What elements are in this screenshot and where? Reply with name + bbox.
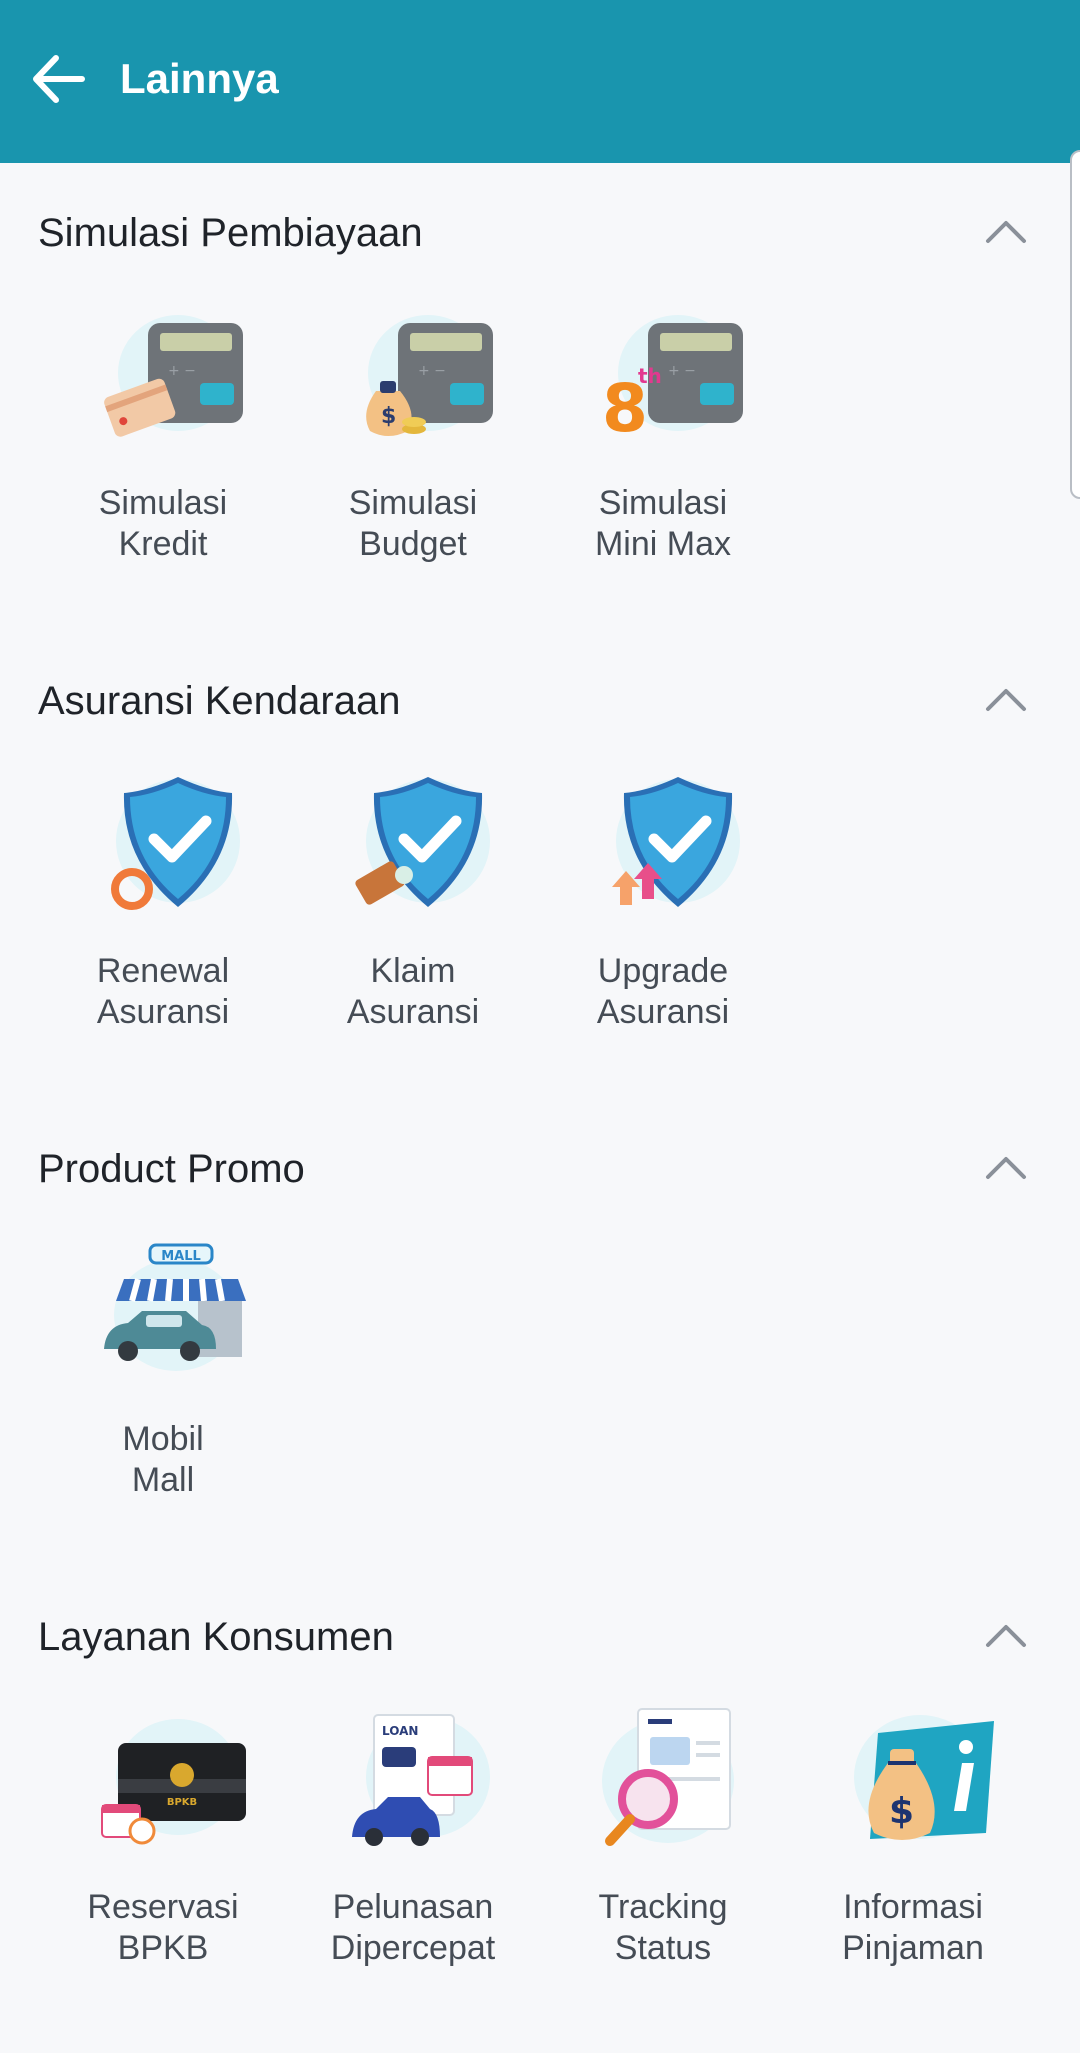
section-layanan-konsumen: Layanan Konsumen BPKB Reservasi BPKB LOA… <box>0 1607 1080 2007</box>
menu-item-simulasi-mini-max[interactable]: + − 8 th Simulasi Mini Max <box>548 303 778 573</box>
mall-badge-text: MALL <box>161 1249 201 1264</box>
chevron-up-icon[interactable] <box>984 1621 1028 1651</box>
chevron-up-icon[interactable] <box>984 217 1028 247</box>
menu-item-label-line1: Simulasi <box>348 484 478 522</box>
menu-item-label-line2: Dipercepat <box>330 1929 496 1967</box>
chevron-up-icon[interactable] <box>984 1153 1028 1183</box>
section-simulasi-pembiayaan: Simulasi Pembiayaan + − Simulasi Kredit <box>0 203 1080 603</box>
shield-upgrade-icon <box>612 777 740 907</box>
menu-item-label-line2: Asuransi <box>96 993 230 1031</box>
menu-item-label-line1: Reservasi <box>87 1888 239 1926</box>
moneybag-info-icon: $ <box>854 1715 994 1840</box>
calculator-moneybag-icon: + − $ <box>366 315 493 436</box>
menu-item-label-line1: Mobil <box>122 1420 204 1458</box>
calculator-8th-icon: + − 8 th <box>602 315 743 443</box>
shield-claim-icon <box>355 777 490 907</box>
menu-item-label-line2: Mall <box>131 1461 195 1499</box>
menu-item-label-line2: Asuransi <box>596 993 730 1031</box>
menu-item-label-line2: Budget <box>359 525 467 563</box>
svg-text:$: $ <box>889 1791 914 1832</box>
menu-item-label-line2: Pinjaman <box>842 1929 984 1967</box>
menu-item-label-line2: Asuransi <box>346 993 480 1031</box>
back-button[interactable] <box>28 50 92 108</box>
chevron-up-icon[interactable] <box>984 685 1028 715</box>
section-title: Layanan Konsumen <box>38 1615 394 1659</box>
loan-badge-text: LOAN <box>382 1724 418 1738</box>
app-bar: Lainnya <box>0 0 1080 163</box>
menu-item-label-line2: Kredit <box>118 525 208 563</box>
shield-renew-icon <box>111 777 240 910</box>
section-title: Product Promo <box>38 1147 305 1191</box>
menu-item-label-line1: Simulasi <box>598 484 728 522</box>
menu-item-tracking-status[interactable]: Tracking Status <box>548 1707 778 1977</box>
menu-item-mobil-mall[interactable]: MALL Mobil Mall <box>48 1239 278 1509</box>
svg-text:$: $ <box>381 404 396 429</box>
section-product-promo: Product Promo MALL Mobil Mall <box>0 1139 1080 1539</box>
menu-item-pelunasan-dipercepat[interactable]: LOAN Pelunasan Dipercepat <box>298 1707 528 1977</box>
menu-item-label-line1: Tracking <box>598 1888 728 1926</box>
menu-item-label-line1: Klaim <box>370 952 456 990</box>
bpkb-book-icon: BPKB <box>101 1719 246 1845</box>
svg-text:+ −: + − <box>668 363 696 379</box>
menu-item-label-line2: Status <box>614 1929 712 1967</box>
section-title: Simulasi Pembiayaan <box>38 211 423 255</box>
menu-item-reservasi-bpkb[interactable]: BPKB Reservasi BPKB <box>48 1707 278 1977</box>
loan-document-icon: LOAN <box>352 1714 490 1846</box>
svg-text:+ −: + − <box>168 363 196 379</box>
menu-item-informasi-pinjaman[interactable]: $ Informasi Pinjaman <box>798 1707 1028 1977</box>
menu-item-renewal-asuransi[interactable]: Renewal Asuransi <box>48 771 278 1041</box>
calculator-card-icon: + − <box>104 315 243 437</box>
bpkb-badge-text: BPKB <box>167 1797 197 1808</box>
menu-item-simulasi-kredit[interactable]: + − Simulasi Kredit <box>48 303 278 573</box>
menu-item-label-line1: Informasi <box>843 1888 983 1926</box>
car-mall-icon: MALL <box>104 1243 246 1371</box>
menu-item-label-line2: Mini Max <box>594 525 732 563</box>
page-title: Lainnya <box>120 55 279 102</box>
menu-item-label-line1: Renewal <box>96 952 230 990</box>
section-asuransi-kendaraan: Asuransi Kendaraan Renewal Asuransi Klai… <box>0 671 1080 1071</box>
svg-text:th: th <box>638 364 662 388</box>
menu-item-label-line1: Simulasi <box>98 484 228 522</box>
section-title: Asuransi Kendaraan <box>38 679 401 723</box>
menu-item-label-line1: Pelunasan <box>332 1888 494 1926</box>
menu-item-klaim-asuransi[interactable]: Klaim Asuransi <box>298 771 528 1041</box>
menu-item-simulasi-budget[interactable]: + − $ Simulasi Budget <box>298 303 528 573</box>
menu-item-upgrade-asuransi[interactable]: Upgrade Asuransi <box>548 771 778 1041</box>
magnifier-document-icon <box>602 1708 734 1846</box>
arrow-left-icon <box>33 55 85 103</box>
svg-text:+ −: + − <box>418 363 446 379</box>
menu-item-label-line1: Upgrade <box>597 952 729 990</box>
menu-item-label-line2: BPKB <box>117 1929 209 1967</box>
